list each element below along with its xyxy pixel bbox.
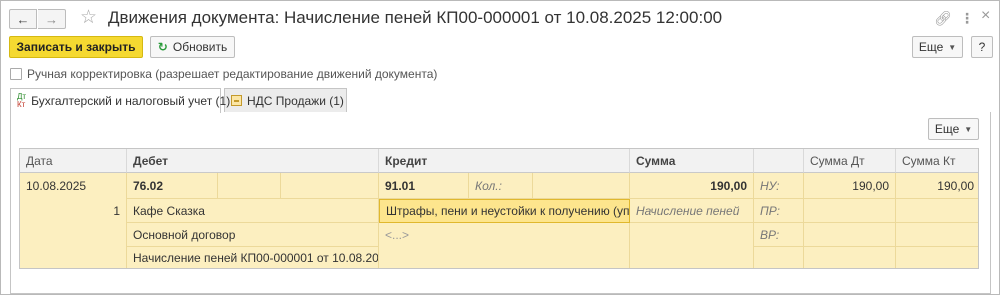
help-button[interactable]: ? — [971, 36, 993, 58]
column-header-blank[interactable] — [754, 149, 804, 173]
column-header-date[interactable]: Дата — [20, 149, 127, 173]
accounting-icon: Дт Кт — [17, 92, 27, 109]
pr-dt-value[interactable] — [804, 199, 896, 223]
save-and-close-button[interactable]: Записать и закрыть — [9, 36, 143, 58]
arrow-left-icon: ← — [16, 11, 30, 27]
window-title: Движения документа: Начисление пеней КП0… — [108, 8, 723, 27]
column-header-amount[interactable]: Сумма — [630, 149, 754, 173]
debit-subconto-3[interactable]: Начисление пеней КП00-000001 от 10.08.20… — [127, 247, 379, 268]
chevron-down-icon: ▼ — [964, 124, 973, 134]
title-bar: ← → ☆ Движения документа: Начисление пен… — [2, 2, 998, 34]
manual-correction-label: Ручная корректировка (разрешает редактир… — [27, 67, 438, 81]
credit-subconto-3[interactable] — [379, 247, 630, 268]
amount-dt-value[interactable]: 190,00 — [804, 173, 896, 199]
column-header-debit[interactable]: Дебет — [127, 149, 379, 173]
debit-account[interactable]: 76.02 — [127, 173, 218, 199]
more-label: Еще — [918, 40, 944, 54]
refresh-button[interactable]: ↻ Обновить — [150, 36, 235, 58]
dt-blank[interactable] — [804, 247, 896, 268]
row-number: 1 — [20, 199, 127, 223]
column-header-amount-kt[interactable]: Сумма Кт — [896, 149, 978, 173]
tab-vat-sales-label: НДС Продажи (1) — [247, 93, 344, 108]
kt-blank[interactable] — [896, 247, 978, 268]
amount-value[interactable]: 190,00 — [630, 173, 754, 199]
vat-register-icon — [231, 95, 242, 106]
manual-correction-row[interactable]: Ручная корректировка (разрешает редактир… — [10, 67, 437, 81]
manual-correction-checkbox[interactable] — [10, 68, 22, 80]
row-date: 10.08.2025 — [20, 173, 127, 199]
credit-subconto-1[interactable]: Штрафы, пени и неустойки к получению (уп… — [379, 199, 630, 223]
credit-subconto-2[interactable]: <...> — [379, 223, 630, 247]
vr-kt-value[interactable] — [896, 223, 978, 247]
refresh-icon: ↻ — [157, 40, 168, 54]
forward-button[interactable]: → — [38, 9, 66, 29]
row-blank-cell — [20, 223, 127, 247]
grid-more-button[interactable]: Еще ▼ — [928, 118, 979, 140]
content-value[interactable]: Начисление пеней — [630, 199, 754, 223]
pr-kt-value[interactable] — [896, 199, 978, 223]
debit-extra-2[interactable] — [281, 173, 379, 199]
back-button[interactable]: ← — [9, 9, 37, 29]
debit-subconto-2[interactable]: Основной договор — [127, 223, 379, 247]
debit-extra-1[interactable] — [218, 173, 281, 199]
tab-accounting-label: Бухгалтерский и налоговый учет (1) — [31, 94, 231, 108]
column-header-amount-dt[interactable]: Сумма Дт — [804, 149, 896, 173]
movements-table: Дата Дебет Кредит Сумма Сумма Дт Сумма К… — [19, 148, 979, 269]
credit-account[interactable]: 91.01 — [379, 173, 469, 199]
document-movements-window: ← → ☆ Движения документа: Начисление пен… — [0, 0, 1000, 295]
tab-vat-sales[interactable]: НДС Продажи (1) — [224, 88, 347, 112]
column-header-credit[interactable]: Кредит — [379, 149, 630, 173]
chevron-down-icon: ▼ — [948, 42, 957, 52]
tab-accounting[interactable]: Дт Кт Бухгалтерский и налоговый учет (1) — [10, 88, 230, 113]
refresh-label: Обновить — [172, 40, 228, 54]
link-icon[interactable]: 🔗︎ — [934, 10, 952, 27]
close-icon[interactable]: × — [981, 7, 990, 25]
debit-subconto-1[interactable]: Кафе Сказка — [127, 199, 379, 223]
vr-dt-value[interactable] — [804, 223, 896, 247]
credit-qty-value[interactable] — [533, 173, 630, 199]
more-vertical-icon[interactable]: ⋮ — [960, 10, 974, 27]
nu-label: НУ: — [754, 173, 804, 199]
pr-label: ПР: — [754, 199, 804, 223]
amount-blank[interactable] — [630, 247, 754, 268]
vr-label: ВР: — [754, 223, 804, 247]
content-blank[interactable] — [630, 223, 754, 247]
more-button[interactable]: Еще ▼ — [912, 36, 963, 58]
grid-more-label: Еще — [934, 122, 960, 136]
credit-qty-label: Кол.: — [469, 173, 533, 199]
arrow-right-icon: → — [45, 11, 58, 27]
star-icon[interactable]: ☆ — [80, 6, 97, 29]
label-blank — [754, 247, 804, 268]
amount-kt-value[interactable]: 190,00 — [896, 173, 978, 199]
row-blank-cell — [20, 247, 127, 268]
